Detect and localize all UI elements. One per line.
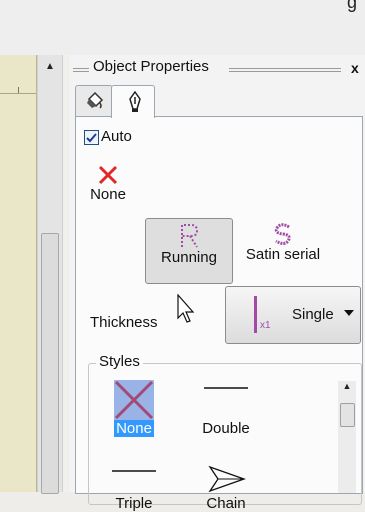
- canvas-vertical-scrollbar[interactable]: ▲: [37, 55, 63, 494]
- style-double-item[interactable]: Double: [186, 380, 266, 437]
- satin-serial-icon: [274, 223, 291, 245]
- outline-running-label: Running: [161, 249, 217, 266]
- titlebar-grip-right: [229, 68, 341, 72]
- style-double-label: Double: [202, 420, 250, 437]
- auto-label: Auto: [101, 128, 132, 145]
- style-none-item[interactable]: None: [104, 380, 164, 437]
- style-none-label: None: [114, 420, 154, 437]
- paint-bucket-icon: [87, 91, 104, 109]
- canvas-area: ▲: [0, 55, 68, 494]
- titlebar-grip-left: [73, 68, 89, 72]
- toolbar-strip: g: [0, 0, 365, 55]
- single-line-swatch: [254, 296, 257, 333]
- outline-none-button[interactable]: None: [84, 160, 132, 224]
- outline-satin-serial-button[interactable]: Satin serial: [235, 218, 331, 282]
- thickness-dropdown[interactable]: x1 Single: [225, 286, 361, 344]
- ruler-tick: [18, 87, 19, 93]
- style-none-thumbnail: [114, 380, 154, 420]
- chevron-down-icon: [344, 310, 354, 316]
- outline-properties-content: Auto None Running Satin serial Thickness: [75, 116, 363, 512]
- tab-fill[interactable]: [75, 85, 113, 116]
- style-triple-thumbnail: [112, 470, 156, 472]
- scroll-up-arrow-icon[interactable]: ▲: [338, 381, 356, 391]
- auto-checkbox[interactable]: [84, 130, 99, 145]
- outline-satin-serial-label: Satin serial: [245, 246, 321, 263]
- ruler-line: [0, 93, 36, 94]
- pen-nib-icon: [129, 91, 141, 112]
- outline-none-label: None: [90, 186, 126, 203]
- style-triple-label: Triple: [115, 495, 153, 512]
- object-properties-panel: Object Properties x Auto None Running Sa…: [69, 55, 365, 512]
- styles-scrollbar[interactable]: ▲: [338, 381, 356, 493]
- panel-title: Object Properties: [91, 58, 211, 75]
- style-chain-label: Chain: [206, 495, 246, 512]
- mouse-cursor-icon: [177, 294, 195, 323]
- thickness-label: Thickness: [90, 314, 158, 331]
- style-double-thumbnail: [204, 387, 248, 389]
- red-x-icon: [98, 165, 118, 185]
- checkmark-icon: [86, 133, 97, 143]
- styles-scroll-thumb[interactable]: [340, 403, 355, 427]
- running-stitch-icon: [181, 224, 199, 248]
- partial-text: g: [346, 0, 357, 12]
- close-icon[interactable]: x: [351, 60, 359, 76]
- style-chain-item[interactable]: Chain: [186, 465, 266, 512]
- outline-running-button[interactable]: Running: [145, 218, 233, 284]
- style-chain-thumbnail: [208, 465, 246, 493]
- thickness-badge: x1: [260, 320, 271, 331]
- scroll-thumb[interactable]: [41, 233, 59, 494]
- tab-outline[interactable]: [111, 85, 155, 118]
- style-triple-item[interactable]: Triple: [104, 465, 164, 512]
- scroll-up-arrow-icon[interactable]: ▲: [38, 61, 62, 72]
- styles-title: Styles: [96, 353, 143, 370]
- thickness-value: Single: [292, 306, 334, 323]
- design-canvas[interactable]: [0, 55, 37, 492]
- panel-titlebar[interactable]: Object Properties x: [69, 55, 365, 83]
